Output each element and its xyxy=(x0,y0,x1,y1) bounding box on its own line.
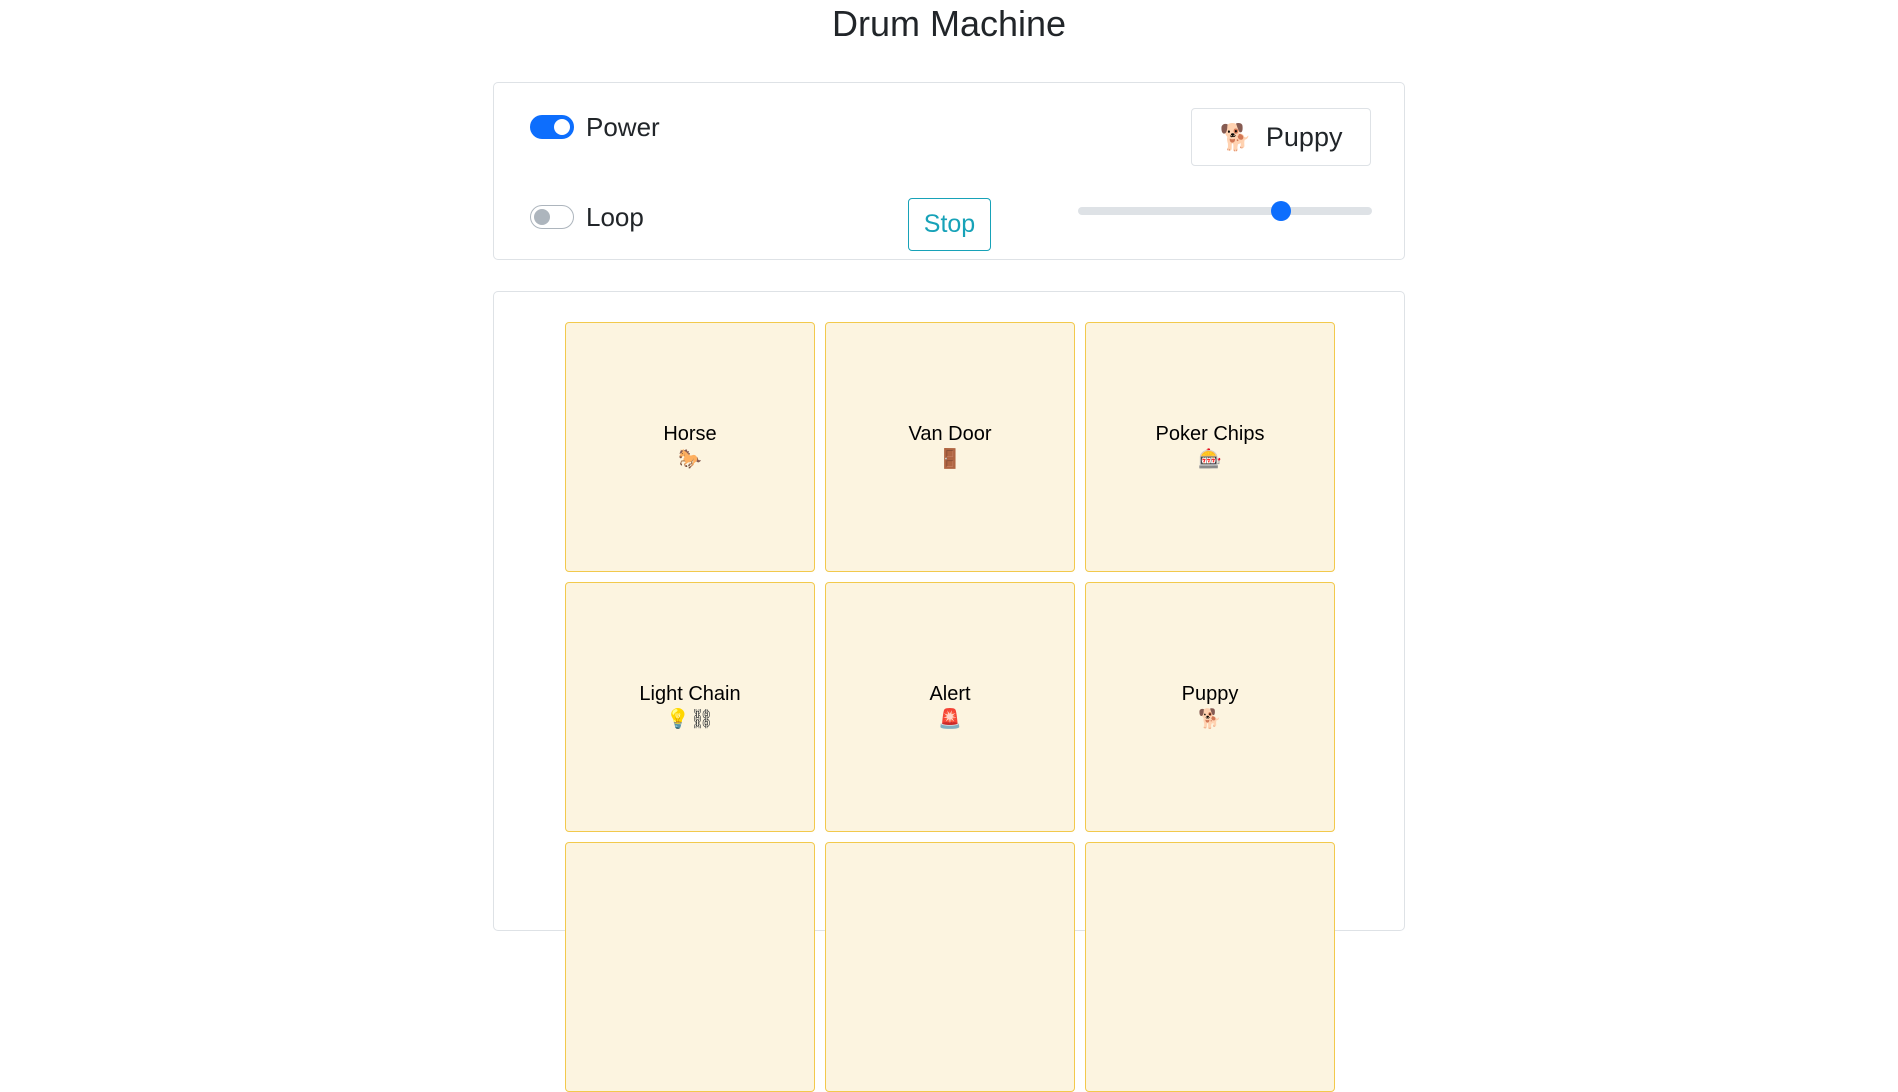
power-label: Power xyxy=(586,112,660,142)
pad-label: Poker Chips xyxy=(1155,423,1265,445)
volume-slider[interactable] xyxy=(1078,201,1372,221)
page-title: Drum Machine xyxy=(831,3,1067,44)
slot-machine-icon: 🎰 xyxy=(1198,449,1222,470)
toggle-knob xyxy=(554,119,570,135)
volume-thumb[interactable] xyxy=(1270,201,1291,221)
dog-icon: 🐕 xyxy=(1198,709,1222,730)
pad-label: Light Chain xyxy=(639,683,741,705)
drum-pad-grid: Horse 🐎 Van Door 🚪 Poker Chips 🎰 Light C… xyxy=(565,322,1335,1092)
drum-pad[interactable]: Horse 🐎 xyxy=(565,322,815,572)
horse-icon: 🐎 xyxy=(678,449,702,470)
drum-pad[interactable]: Light Chain 💡⛓ xyxy=(565,582,815,832)
loop-switch-row: Loop xyxy=(530,201,644,233)
control-panel: Power 🐕 Puppy Loop Stop xyxy=(493,82,1405,260)
pad-label: Alert xyxy=(929,683,971,705)
pad-label: Horse xyxy=(663,423,717,445)
power-switch-row: Power xyxy=(530,111,660,143)
loop-toggle[interactable] xyxy=(530,205,574,229)
siren-icon: 🚨 xyxy=(938,709,962,730)
drum-pad[interactable] xyxy=(825,842,1075,1092)
pad-panel: Horse 🐎 Van Door 🚪 Poker Chips 🎰 Light C… xyxy=(493,291,1405,1092)
stop-button[interactable]: Stop xyxy=(908,198,991,251)
drum-pad[interactable]: Puppy 🐕 xyxy=(1085,582,1335,832)
sound-display-text: Puppy xyxy=(1265,121,1343,152)
bulb-chain-icon: 💡⛓ xyxy=(666,709,714,730)
drum-pad[interactable]: Poker Chips 🎰 xyxy=(1085,322,1335,572)
pad-label: Van Door xyxy=(908,423,992,445)
power-toggle[interactable] xyxy=(530,115,574,139)
drum-pad[interactable] xyxy=(1085,842,1335,1092)
drum-pad[interactable]: Alert 🚨 xyxy=(825,582,1075,832)
drum-pad[interactable]: Van Door 🚪 xyxy=(825,322,1075,572)
drum-pad[interactable] xyxy=(565,842,815,1092)
door-icon: 🚪 xyxy=(938,449,962,470)
toggle-knob xyxy=(534,209,550,225)
volume-track xyxy=(1078,207,1372,215)
dog-icon: 🐕 xyxy=(1219,121,1252,152)
loop-label: Loop xyxy=(586,202,644,232)
pad-label: Puppy xyxy=(1181,683,1239,705)
sound-display: 🐕 Puppy xyxy=(1191,108,1371,166)
